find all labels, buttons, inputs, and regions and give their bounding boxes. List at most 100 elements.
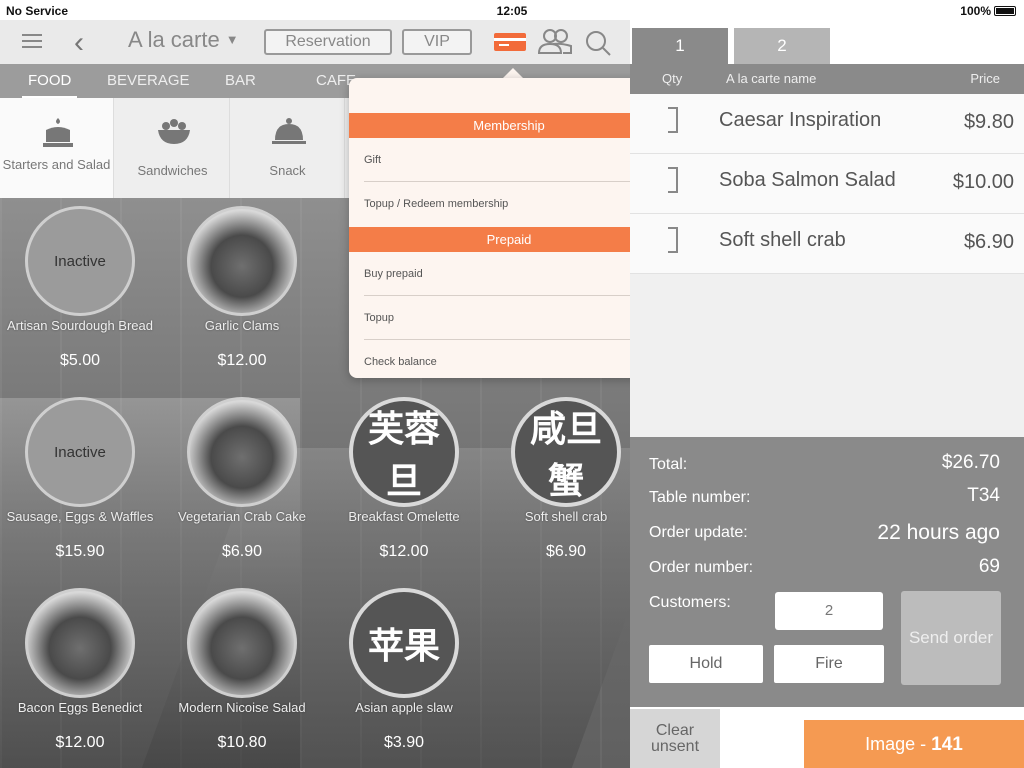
- product-image: [25, 588, 135, 698]
- total-value: $26.70: [941, 452, 1000, 473]
- order-number-value: 69: [978, 556, 1000, 577]
- menu-title: A la carte: [128, 27, 220, 52]
- order-tab-2[interactable]: 2: [734, 28, 830, 64]
- product-tile[interactable]: Garlic Clams $12.00: [162, 200, 322, 390]
- table-number-label: Table number:: [649, 489, 751, 506]
- order-list: Caesar Inspiration $9.80 Soba Salmon Sal…: [630, 94, 1024, 437]
- order-number-label: Order number:: [649, 559, 754, 576]
- reservation-button[interactable]: Reservation: [264, 29, 392, 55]
- product-name: Modern Nicoise Salad: [178, 700, 306, 715]
- customers-icon[interactable]: [537, 28, 573, 54]
- popup-item-topup[interactable]: Topup: [364, 296, 656, 340]
- product-tile[interactable]: Bacon Eggs Benedict $12.00: [0, 582, 160, 768]
- product-price: $10.80: [217, 734, 267, 751]
- vip-button[interactable]: VIP: [402, 29, 472, 55]
- product-image: Inactive: [25, 206, 135, 316]
- fire-button[interactable]: Fire: [774, 645, 884, 683]
- product-name: Bacon Eggs Benedict: [17, 700, 143, 715]
- order-item-name: Soba Salmon Salad: [719, 169, 896, 191]
- popup-item-topup-redeem-membership[interactable]: Topup / Redeem membership: [364, 182, 656, 226]
- table-number-value: T34: [967, 485, 1000, 506]
- product-tile[interactable]: 咸旦蟹 Soft shell crab $6.90: [486, 391, 630, 581]
- order-update-value: 22 hours ago: [877, 521, 1000, 544]
- image-badge: Image - 141: [804, 720, 1024, 768]
- product-tile[interactable]: Inactive Sausage, Eggs & Waffles $15.90: [0, 391, 160, 581]
- subcategory-label: Snack: [269, 163, 306, 178]
- order-row[interactable]: Soft shell crab $6.90: [630, 214, 1024, 274]
- hamburger-menu-icon[interactable]: [22, 34, 42, 50]
- product-price: $12.00: [379, 543, 429, 560]
- subcategory-label: Starters and Salad: [2, 157, 111, 172]
- name-header: A la carte name: [726, 71, 817, 86]
- order-item-price: $10.00: [952, 171, 1014, 193]
- qty-header: Qty: [662, 71, 683, 86]
- clear-unsent-button[interactable]: Clear unsent: [630, 709, 720, 768]
- battery-status: 100%: [960, 4, 1016, 18]
- subcategory-starters-and-salad[interactable]: Starters and Salad: [0, 98, 114, 198]
- product-price: $6.90: [545, 543, 587, 560]
- total-label: Total:: [649, 456, 688, 473]
- hold-button[interactable]: Hold: [649, 645, 763, 683]
- credit-card-icon[interactable]: [494, 33, 526, 51]
- cloche-icon: [272, 118, 306, 144]
- order-tabs: 1 2: [630, 20, 1024, 64]
- search-icon[interactable]: [584, 29, 612, 57]
- product-tile[interactable]: Vegetarian Crab Cake $6.90: [162, 391, 322, 581]
- product-name: Breakfast Omelette: [348, 509, 460, 524]
- order-list-header: Qty A la carte name Price: [630, 64, 1024, 94]
- order-item-name: Soft shell crab: [719, 229, 846, 251]
- product-image: Inactive: [25, 397, 135, 507]
- order-item-name: Caesar Inspiration: [719, 109, 882, 131]
- product-name: Vegetarian Crab Cake: [178, 509, 306, 524]
- menu-title-dropdown[interactable]: A la carte ▼: [128, 27, 239, 53]
- payment-popup: Membership Gift Topup / Redeem membershi…: [349, 78, 669, 378]
- customers-label: Customers:: [649, 594, 731, 611]
- battery-percent: 100%: [960, 4, 991, 18]
- product-tile[interactable]: 苹果 Asian apple slaw $3.90: [324, 582, 484, 768]
- order-row[interactable]: Caesar Inspiration $9.80: [630, 94, 1024, 154]
- popup-item-check-balance[interactable]: Check balance: [364, 340, 656, 384]
- product-price: $5.00: [59, 352, 101, 369]
- order-row[interactable]: Soba Salmon Salad $10.00: [630, 154, 1024, 214]
- popup-section-membership: Membership: [349, 113, 669, 138]
- status-bar: No Service 12:05 100%: [0, 0, 1024, 20]
- popup-item-gift[interactable]: Gift: [364, 138, 656, 182]
- product-image: [187, 397, 297, 507]
- popup-item-buy-prepaid[interactable]: Buy prepaid: [364, 252, 656, 296]
- salad-bowl-icon: [158, 119, 190, 144]
- product-tile[interactable]: Inactive Artisan Sourdough Bread $5.00: [0, 200, 160, 390]
- product-price: $12.00: [55, 734, 105, 751]
- product-price: $3.90: [383, 734, 425, 751]
- caret-down-icon: ▼: [225, 32, 239, 47]
- image-number: 141: [931, 734, 963, 755]
- product-image: 芙蓉旦: [349, 397, 459, 507]
- subcategory-snack[interactable]: Snack: [231, 98, 345, 198]
- battery-icon: [994, 6, 1016, 16]
- order-item-price: $9.80: [963, 111, 1014, 133]
- order-tab-1[interactable]: 1: [632, 28, 728, 64]
- clock: 12:05: [496, 4, 528, 18]
- tab-food[interactable]: FOOD: [21, 72, 78, 98]
- customers-count-field[interactable]: 2: [775, 592, 883, 630]
- order-update-label: Order update:: [649, 524, 748, 541]
- cake-icon: [43, 118, 73, 147]
- send-order-button[interactable]: Send order: [901, 591, 1001, 685]
- product-price: $6.90: [221, 543, 263, 560]
- product-image: [187, 206, 297, 316]
- tab-beverage[interactable]: BEVERAGE: [107, 72, 190, 89]
- subcategory-sandwiches[interactable]: Sandwiches: [116, 98, 230, 198]
- tab-bar[interactable]: BAR: [225, 72, 256, 89]
- product-name: Asian apple slaw: [355, 700, 453, 715]
- product-tile[interactable]: Modern Nicoise Salad $10.80: [162, 582, 322, 768]
- product-tile[interactable]: 芙蓉旦 Breakfast Omelette $12.00: [324, 391, 484, 581]
- product-name: Artisan Sourdough Bread: [7, 318, 153, 333]
- product-name: Soft shell crab: [524, 509, 608, 524]
- image-label: Image -: [865, 734, 927, 754]
- product-price: $12.00: [217, 352, 267, 369]
- product-name: Sausage, Eggs & Waffles: [6, 509, 154, 524]
- price-header: Price: [970, 71, 1000, 86]
- product-name: Garlic Clams: [204, 318, 280, 333]
- product-price: $15.90: [55, 543, 105, 560]
- back-chevron-icon[interactable]: ‹: [74, 26, 84, 60]
- qty-bracket: [668, 107, 678, 133]
